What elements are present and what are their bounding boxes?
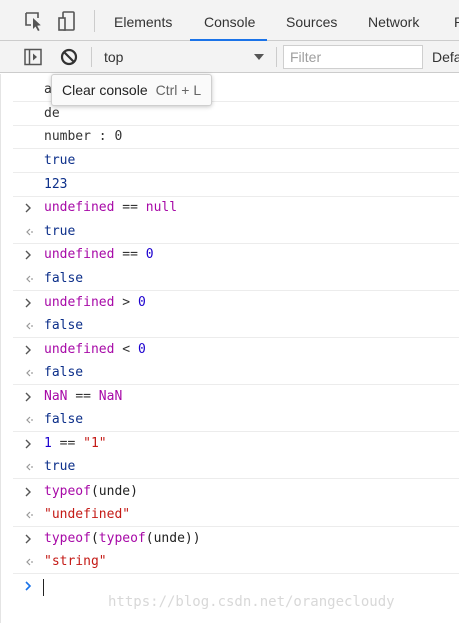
console-result-row: false [13,267,459,291]
input-expression: undefined > 0 [44,295,146,310]
toolbar-divider [276,47,277,67]
console-input-row: undefined < 0 [13,338,459,362]
result-arrow-icon [24,460,34,474]
input-chevron-icon [24,201,34,215]
log-text: de [44,106,60,121]
prompt-chevron-icon [24,579,34,593]
result-value: false [44,271,84,286]
result-arrow-icon [24,225,34,239]
input-chevron-icon [24,485,34,499]
tab-sources[interactable]: Sources [286,0,337,40]
console-toolbar: top Defa [0,41,459,73]
console-input-row: NaN == NaN [13,385,459,409]
input-chevron-icon [24,343,34,357]
result-value: true [44,459,76,474]
input-chevron-icon [24,248,34,262]
result-value: true [44,224,76,239]
console-input-row: typeof(typeof(unde)) [13,527,459,551]
console-result-row: "string" [13,550,459,574]
input-expression: undefined == 0 [44,247,154,262]
log-text: true [44,153,76,168]
console-output: a de number : 0 true 123 undefined == nu… [0,74,459,623]
input-expression: typeof(unde) [44,484,138,499]
result-value: false [44,365,84,380]
console-input-row: undefined == null [13,196,459,220]
tooltip-shortcut: Ctrl + L [155,82,202,98]
show-sidebar-icon[interactable] [23,47,43,67]
context-selector[interactable]: top [96,45,272,69]
element-picker-icon[interactable] [24,10,44,32]
console-log-row: 123 [13,173,459,197]
console-input-row: typeof(unde) [13,480,459,504]
dropdown-arrow-icon [254,54,264,60]
devtools-tab-bar: Elements Console Sources Network P [0,0,459,41]
console-input-row: undefined > 0 [13,291,459,315]
result-arrow-icon [24,319,34,333]
result-value: "undefined" [44,507,131,522]
input-chevron-icon [24,296,34,310]
tab-performance[interactable]: P [454,0,459,40]
clear-console-icon[interactable] [59,47,79,67]
clear-console-tooltip: Clear console Ctrl + L [51,74,213,106]
console-result-row: true [13,455,459,479]
input-chevron-icon [24,437,34,451]
result-value: false [44,318,84,333]
result-arrow-icon [24,413,34,427]
text-caret [43,579,44,596]
input-expression: typeof(typeof(unde)) [44,531,201,546]
result-arrow-icon [24,508,34,522]
console-result-row: false [13,314,459,338]
device-toolbar-icon[interactable] [57,10,77,32]
result-arrow-icon [24,272,34,286]
tooltip-label: Clear console [62,82,148,98]
console-result-row: false [13,408,459,432]
filter-input[interactable] [283,45,423,69]
log-text: number : 0 [44,129,123,144]
result-value: false [44,412,84,427]
input-chevron-icon [24,532,34,546]
context-value: top [104,49,124,65]
tab-console[interactable]: Console [189,0,268,41]
console-input-row: undefined == 0 [13,243,459,267]
console-result-row: true [13,220,459,244]
watermark: https://blog.csdn.net/orangecloudy [108,594,395,610]
result-value: "string" [44,554,107,569]
console-log-row: true [13,149,459,173]
console-log-row: number : 0 [13,125,459,149]
log-text: 123 [44,177,68,192]
input-chevron-icon [24,390,34,404]
result-arrow-icon [24,555,34,569]
log-levels-dropdown[interactable]: Defa [432,45,459,69]
console-result-row: "undefined" [13,503,459,527]
tab-bar-divider [94,10,95,32]
input-expression: NaN == NaN [44,389,123,404]
toolbar-divider [91,47,92,67]
input-expression: 1 == "1" [44,436,107,451]
console-result-row: false [13,361,459,385]
result-arrow-icon [24,366,34,380]
tab-network[interactable]: Network [368,0,419,40]
input-expression: undefined == null [44,200,178,215]
console-input-row: 1 == "1" [13,432,459,456]
input-expression: undefined < 0 [44,342,146,357]
tab-elements[interactable]: Elements [114,0,172,40]
